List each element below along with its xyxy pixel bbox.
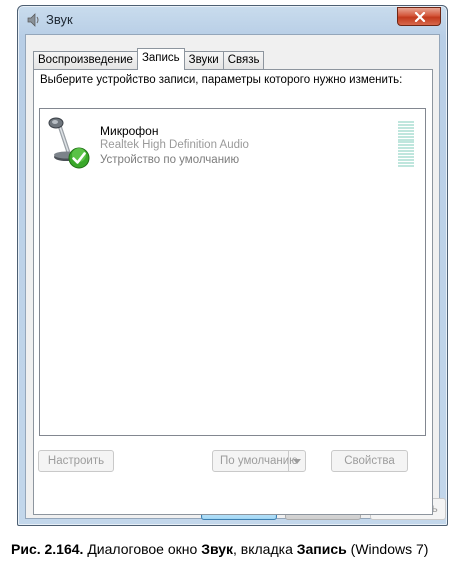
level-meter (398, 121, 414, 167)
dialog-client-area: Воспроизведение Запись Звуки Связь Выбер… (25, 34, 446, 520)
device-name: Микрофон (100, 124, 159, 138)
checkmark-icon (68, 147, 90, 169)
list-item[interactable]: Микрофон Realtek High Definition Audio У… (44, 117, 422, 173)
title-bar[interactable]: Звук (18, 6, 447, 34)
window-title: Звук (46, 12, 73, 27)
tab-recording[interactable]: Запись (136, 48, 185, 70)
close-icon (414, 12, 426, 22)
sound-dialog-window: Звук Воспроизведение Запись Звуки Связь … (17, 5, 448, 526)
set-default-label: По умолчанию (220, 455, 298, 467)
close-button[interactable] (397, 7, 441, 26)
speaker-icon (27, 13, 41, 27)
figure-caption: Рис. 2.164. Диалоговое окно Звук, вкладк… (11, 541, 428, 557)
caption-text-2: , вкладка (233, 541, 297, 557)
properties-button[interactable]: Свойства (331, 450, 408, 472)
device-status: Устройство по умолчанию (100, 154, 240, 166)
set-default-button[interactable]: По умолчанию (212, 450, 306, 472)
chevron-down-icon[interactable] (288, 451, 305, 471)
tab-sounds[interactable]: Звуки (183, 51, 224, 70)
tab-playback[interactable]: Воспроизведение (33, 51, 138, 70)
tab-communications[interactable]: Связь (222, 51, 265, 70)
caption-text-3: (Windows 7) (346, 541, 429, 557)
instruction-text: Выберите устройство записи, параметры ко… (40, 74, 403, 86)
configure-button[interactable]: Настроить (38, 450, 114, 472)
device-list[interactable]: Микрофон Realtek High Definition Audio У… (39, 108, 426, 436)
caption-bold-2: Запись (296, 541, 347, 557)
tab-strip: Воспроизведение Запись Звуки Связь (33, 48, 265, 70)
recording-tab-panel: Выберите устройство записи, параметры ко… (33, 69, 433, 515)
caption-text-1: Диалоговое окно (83, 541, 202, 557)
device-driver: Realtek High Definition Audio (100, 139, 249, 151)
caption-prefix: Рис. 2.164. (11, 541, 84, 557)
caption-bold-1: Звук (201, 541, 234, 557)
